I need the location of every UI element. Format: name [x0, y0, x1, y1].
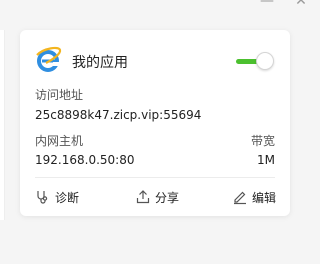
address-value: 25c8898k47.zicp.vip:55694: [35, 108, 202, 122]
previous-card-edge: [0, 30, 5, 220]
address-label: 访问地址: [35, 88, 84, 102]
enable-toggle[interactable]: [236, 52, 274, 70]
stethoscope-icon: [37, 191, 48, 204]
close-button[interactable]: ✕: [292, 0, 310, 8]
toggle-knob: [256, 52, 274, 70]
app-card: 我的应用 访问地址 25c8898k47.zicp.vip:55694 内网主机…: [20, 30, 290, 216]
internet-explorer-icon: [36, 46, 62, 72]
host-label: 内网主机: [35, 134, 84, 148]
window-controls: — ✕: [240, 0, 320, 14]
share-label: 分享: [155, 190, 180, 205]
bandwidth-label: 带宽: [250, 134, 275, 148]
share-button[interactable]: 分享: [135, 188, 179, 206]
edit-label: 编辑: [252, 190, 277, 205]
pencil-icon: [234, 191, 246, 205]
diagnose-label: 诊断: [55, 190, 80, 205]
minimize-button[interactable]: —: [258, 0, 276, 8]
diagnose-button[interactable]: 诊断: [35, 188, 79, 206]
edit-button[interactable]: 编辑: [232, 188, 276, 206]
host-value: 192.168.0.50:80: [35, 153, 135, 167]
share-icon: [136, 190, 150, 204]
divider: [35, 177, 275, 178]
app-name: 我的应用: [72, 55, 128, 71]
bandwidth-value: 1M: [257, 153, 275, 167]
